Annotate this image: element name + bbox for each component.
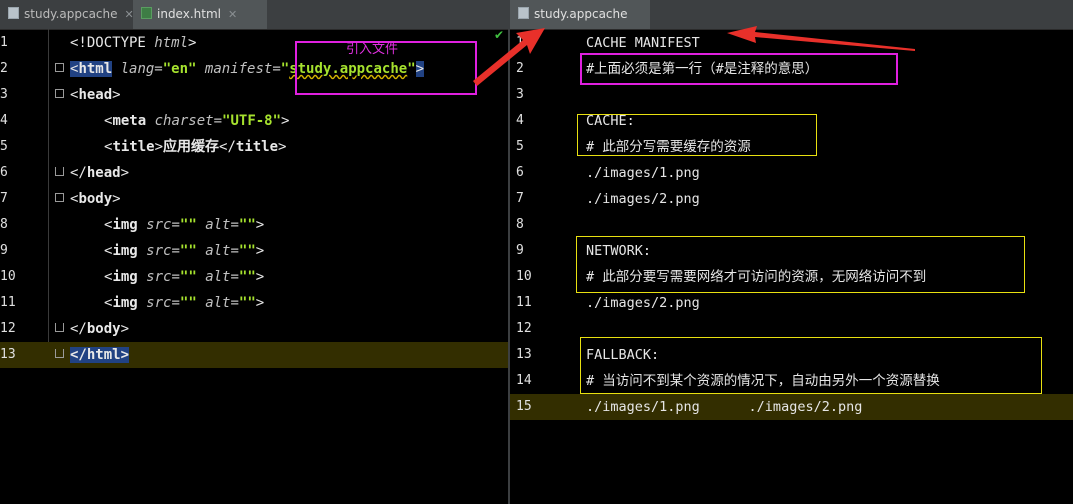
annotation-arrows xyxy=(473,26,915,86)
arrow-to-first-line xyxy=(727,26,915,51)
arrow-to-manifest-file xyxy=(473,28,545,86)
